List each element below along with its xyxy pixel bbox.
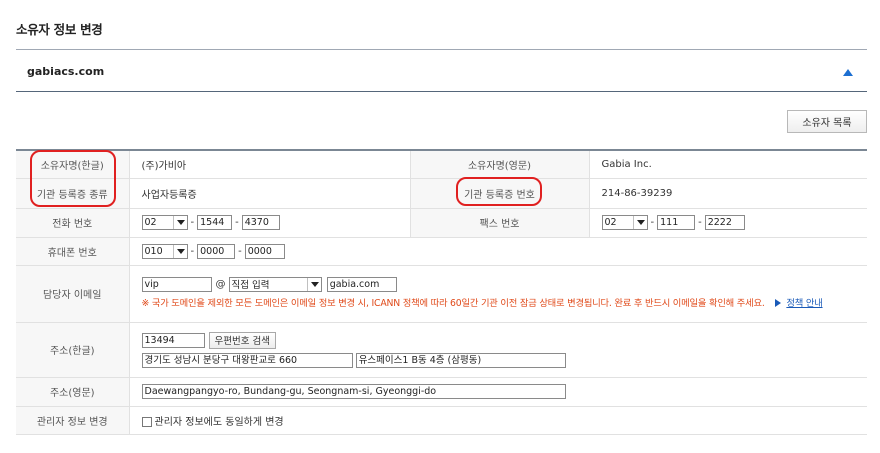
domain-bar[interactable]: gabiacs.com (16, 50, 867, 92)
manager-same-checkbox[interactable] (141, 416, 152, 427)
cert-no-value: 214-86-39239 (589, 178, 867, 209)
table-row: 주소(영문) Daewangpangyo-ro, Bundang-gu, Seo… (16, 377, 867, 407)
policy-link[interactable]: 정책 안내 (775, 298, 823, 309)
chevron-down-icon (172, 216, 187, 229)
fax-inputs: 02-111-2222 (589, 208, 867, 238)
manager-label: 관리자 정보 변경 (16, 406, 130, 435)
addr-kr-inputs: 13494 우편번호 검색 경기도 성남시 분당구 대왕판교로 660 유스페이스… (129, 322, 867, 378)
collapse-up-icon[interactable] (843, 69, 853, 76)
owner-list-button[interactable]: 소유자 목록 (787, 110, 867, 133)
table-row: 기관 등록증 종류 사업자등록증 기관 등록증 번호 214-86-39239 (16, 178, 867, 209)
zip-search-button[interactable]: 우편번호 검색 (208, 331, 276, 349)
owner-en-label: 소유자명(영문) (409, 150, 590, 179)
zip-input[interactable]: 13494 (141, 332, 205, 348)
mobile-label: 휴대폰 번호 (16, 237, 130, 266)
fax-area-select[interactable]: 02 (601, 215, 648, 230)
domain-name: gabiacs.com (27, 65, 105, 78)
fax-last-input[interactable]: 2222 (704, 215, 745, 230)
addr-en-cell: Daewangpangyo-ro, Bundang-gu, Seongnam-s… (129, 377, 867, 407)
email-label: 담당자 이메일 (16, 265, 130, 323)
table-row: 담당자 이메일 vip @ 직접 입력 gabia.com ※ 국가 도메인을 제외… (16, 265, 867, 323)
addr-en-label: 주소(영문) (16, 377, 130, 407)
play-arrow-icon (775, 299, 782, 307)
mobile-mid-input[interactable]: 0000 (197, 243, 236, 259)
address-en-input[interactable]: Daewangpangyo-ro, Bundang-gu, Seongnam-s… (141, 384, 566, 399)
cert-type-value: 사업자등록증 (129, 178, 410, 209)
table-row: 주소(한글) 13494 우편번호 검색 경기도 성남시 분당구 대왕판교로 66… (16, 322, 867, 378)
owner-en-value: Gabia Inc. (589, 150, 867, 179)
chevron-down-icon (306, 277, 321, 291)
email-domain-input[interactable]: gabia.com (326, 276, 397, 292)
fax-mid-input[interactable]: 111 (657, 215, 696, 230)
page-title: 소유자 정보 변경 (16, 22, 103, 37)
table-row: 전화 번호 02-1544-4370 팩스 번호 02-111-2222 (16, 208, 867, 238)
addr-kr-label: 주소(한글) (16, 322, 130, 378)
phone-mid-input[interactable]: 1544 (197, 215, 233, 230)
highlight-oval-cert-no (456, 177, 542, 206)
table-row: 휴대폰 번호 010-0000-0000 (16, 237, 867, 266)
email-domain-select[interactable]: 직접 입력 (228, 276, 322, 292)
chevron-down-icon (172, 244, 187, 258)
table-row: 관리자 정보 변경 관리자 정보에도 동일하게 변경 (16, 406, 867, 435)
fax-label: 팩스 번호 (409, 208, 590, 238)
mobile-area-select[interactable]: 010 (141, 243, 188, 259)
email-notice: ※ 국가 도메인을 제외한 모든 도메인은 이메일 정보 변경 시, ICANN… (141, 297, 823, 309)
manager-cell: 관리자 정보에도 동일하게 변경 (129, 406, 867, 435)
address-kr-line1[interactable]: 경기도 성남시 분당구 대왕판교로 660 (141, 352, 353, 368)
phone-inputs: 02-1544-4370 (129, 208, 410, 238)
email-inputs: vip @ 직접 입력 gabia.com ※ 국가 도메인을 제외한 모든 도메인… (129, 265, 867, 323)
owner-info-table: 소유자명(한글) (주)가비아 소유자명(영문) Gabia Inc. 기관 등… (16, 149, 867, 435)
mobile-last-input[interactable]: 0000 (244, 243, 285, 259)
address-kr-line2[interactable]: 유스페이스1 B동 4층 (삼평동) (355, 352, 566, 368)
manager-checkbox-label: 관리자 정보에도 동일하게 변경 (154, 416, 284, 428)
email-id-input[interactable]: vip (141, 276, 212, 292)
phone-last-input[interactable]: 4370 (241, 215, 280, 230)
highlight-oval-owner-labels (30, 150, 116, 207)
phone-area-select[interactable]: 02 (141, 215, 188, 230)
chevron-down-icon (632, 216, 647, 229)
table-row: 소유자명(한글) (주)가비아 소유자명(영문) Gabia Inc. (16, 150, 867, 179)
mobile-inputs: 010-0000-0000 (129, 237, 867, 266)
owner-kr-value: (주)가비아 (129, 150, 410, 179)
phone-label: 전화 번호 (16, 208, 130, 238)
